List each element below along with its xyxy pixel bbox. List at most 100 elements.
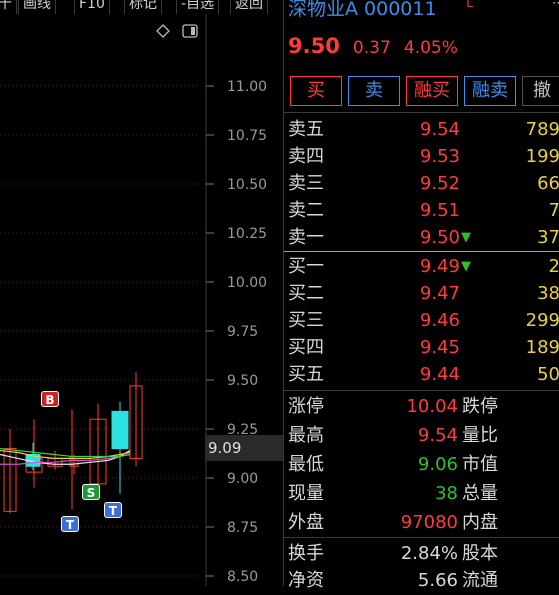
- kline-chart-svg: 11.0010.7510.5010.2510.009.759.509.259.0…: [0, 14, 267, 586]
- stat-label: 市值: [462, 454, 498, 475]
- toolbar-draw-line-button[interactable]: 画线: [18, 0, 56, 14]
- stat-label: 最低: [288, 454, 324, 475]
- price-change: 0.37: [352, 38, 391, 58]
- ob-price: 9.45: [419, 337, 460, 358]
- ob-label: 买三: [288, 310, 324, 331]
- order-book-row[interactable]: 卖三 9.52 66: [284, 170, 559, 197]
- ob-price: 9.50: [419, 227, 460, 248]
- down-arrow-icon: ▼: [461, 259, 471, 274]
- order-book-row[interactable]: 买二 9.47 38: [284, 280, 559, 307]
- ob-volume: 66: [537, 173, 559, 194]
- sell-button[interactable]: 卖: [348, 76, 400, 106]
- stat-label: 外盘: [288, 512, 324, 533]
- ma10-line: [0, 449, 131, 459]
- ob-volume: 789: [525, 119, 559, 140]
- stat-value: 5.66: [417, 570, 458, 591]
- order-book-row[interactable]: 卖二 9.51 7: [284, 197, 559, 224]
- ob-volume: 37: [537, 227, 559, 248]
- candle-body: [111, 410, 129, 450]
- stat-row: 最高 9.54 量比: [284, 421, 559, 450]
- margin-sell-button[interactable]: 融卖: [464, 76, 516, 106]
- sell-signal-marker[interactable]: S: [82, 484, 100, 500]
- order-book-row[interactable]: 卖一 9.50 ▼ 37: [284, 224, 559, 251]
- ob-label: 买二: [288, 283, 324, 304]
- stat-row: 现量 38 总量: [284, 479, 559, 508]
- chart-toolbar: 十 画线 F10 标记 -自选 返回: [0, 0, 283, 14]
- ob-volume: 199: [525, 146, 559, 167]
- order-book-row[interactable]: 买四 9.45 189: [284, 334, 559, 361]
- ob-volume: 189: [525, 337, 559, 358]
- ob-price: 9.51: [419, 200, 460, 221]
- divider: [284, 537, 559, 538]
- ob-label: 卖五: [288, 119, 324, 140]
- ob-price: 9.44: [419, 364, 460, 385]
- y-tick-label: 10.50: [227, 177, 267, 193]
- ob-price: 9.54: [419, 119, 460, 140]
- bid-ask-divider: [284, 251, 559, 252]
- cancel-order-button[interactable]: 撤: [522, 76, 559, 106]
- y-tick-label: 10.75: [227, 128, 267, 144]
- order-book-row[interactable]: 买一 9.49 ▼ 2: [284, 253, 559, 280]
- toolbar-back-button[interactable]: 返回: [230, 0, 268, 14]
- stat-row: 外盘 97080 内盘: [284, 508, 559, 537]
- kline-chart[interactable]: 11.00 10.75 10.50 10.25 10.00 9.75 9.50 9.25 9.0…: [0, 14, 283, 586]
- divider: [284, 112, 559, 113]
- toolbar-crosshair-button[interactable]: 十: [0, 0, 17, 14]
- buy-signal-marker[interactable]: B: [41, 391, 59, 407]
- stat-label: 现量: [288, 483, 324, 504]
- price-change-pct: 4.05%: [403, 38, 458, 58]
- ob-price: 9.46: [419, 310, 460, 331]
- panel-toggle-icon[interactable]: [182, 24, 198, 38]
- price-summary: 9.50 0.37 4.05%: [288, 34, 458, 58]
- ob-price: 9.52: [419, 173, 460, 194]
- ob-volume: 2: [548, 256, 559, 277]
- stat-value: 9.54: [417, 425, 458, 446]
- y-tick-label: 10.25: [227, 226, 267, 242]
- stat-label: 内盘: [462, 512, 498, 533]
- down-arrow-icon: ▼: [461, 230, 471, 245]
- y-tick-label: 9.75: [227, 324, 258, 340]
- ob-volume: 299: [525, 310, 559, 331]
- ob-label: 买五: [288, 364, 324, 385]
- stat-label: 净资: [288, 570, 324, 591]
- toolbar-f10-button[interactable]: F10: [74, 0, 110, 14]
- current-price-label: 9.09: [205, 435, 283, 461]
- buy-button[interactable]: 买: [290, 76, 342, 106]
- stock-extra-icon: ⋯: [552, 0, 559, 11]
- stat-value: 10.04: [406, 396, 458, 417]
- stat-row: 涨停 10.04 跌停: [284, 392, 559, 421]
- order-book-row[interactable]: 买五 9.44 50: [284, 361, 559, 388]
- stock-flag: L: [466, 0, 474, 11]
- t-signal-marker[interactable]: T: [104, 502, 122, 518]
- stat-row: 净资 5.66 流通: [284, 566, 559, 595]
- ob-label: 买四: [288, 337, 324, 358]
- y-tick-label: 8.75: [227, 520, 258, 536]
- stat-value: 97080: [400, 512, 458, 533]
- toolbar-remove-watchlist-button[interactable]: -自选: [176, 0, 220, 14]
- stat-label: 跌停: [462, 396, 498, 417]
- diamond-icon[interactable]: [156, 24, 170, 38]
- y-tick-label: 9.50: [227, 373, 258, 389]
- stat-value: 38: [435, 483, 458, 504]
- y-tick-label: 9.00: [227, 471, 258, 487]
- divider: [284, 390, 559, 391]
- stat-value: 2.84%: [400, 543, 458, 564]
- order-book-row[interactable]: 买三 9.46 299: [284, 307, 559, 334]
- y-tick-label: 11.00: [227, 79, 267, 95]
- stat-label: 总量: [462, 483, 498, 504]
- ob-label: 卖一: [288, 227, 324, 248]
- stat-label: 换手: [288, 543, 324, 564]
- last-price: 9.50: [288, 34, 340, 58]
- stat-label: 流通: [462, 570, 498, 591]
- stat-row: 换手 2.84% 股本: [284, 539, 559, 568]
- margin-buy-button[interactable]: 融买: [406, 76, 458, 106]
- stat-row: 最低 9.06 市值: [284, 450, 559, 479]
- stock-name-code[interactable]: 深物业A 000011: [288, 0, 437, 21]
- order-book-row[interactable]: 卖五 9.54 789: [284, 116, 559, 143]
- toolbar-mark-button[interactable]: 标记: [124, 0, 162, 14]
- ob-label: 卖三: [288, 173, 324, 194]
- ob-volume: 7: [548, 200, 559, 221]
- t-signal-marker[interactable]: T: [61, 516, 79, 532]
- stat-label: 最高: [288, 425, 324, 446]
- order-book-row[interactable]: 卖四 9.53 199: [284, 143, 559, 170]
